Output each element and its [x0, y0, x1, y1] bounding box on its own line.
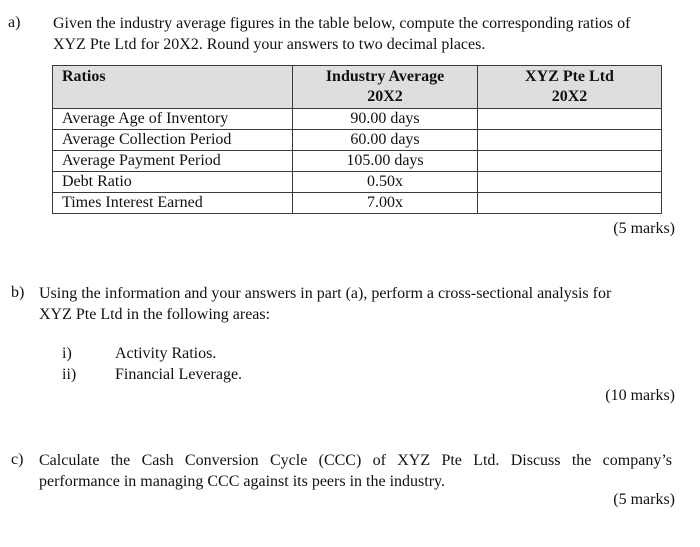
part-a-marks: (5 marks) [613, 220, 675, 237]
industry-value: 105.00 days [292, 150, 478, 172]
header-industry-average: Industry Average 20X2 [292, 65, 478, 109]
xyz-value [477, 192, 662, 214]
xyz-value [477, 108, 662, 130]
part-b-label: b) [11, 284, 25, 301]
xyz-value [477, 129, 662, 151]
part-c-label: c) [11, 451, 24, 468]
xyz-value [477, 171, 662, 193]
ratio-name: Times Interest Earned [52, 192, 293, 214]
part-c-line-1: Calculate the Cash Conversion Cycle (CCC… [39, 452, 672, 469]
industry-value: 7.00x [292, 192, 478, 214]
table-row: Average Age of Inventory 90.00 days [52, 108, 662, 130]
header-ratios: Ratios [52, 65, 293, 109]
part-a-question: Given the industry average figures in th… [53, 13, 630, 55]
header-xyz-pte-ltd: XYZ Pte Ltd 20X2 [477, 65, 662, 109]
part-a-line-2: XYZ Pte Ltd for 20X2. Round your answers… [53, 36, 486, 53]
industry-value: 90.00 days [292, 108, 478, 130]
ratio-name: Average Collection Period [52, 129, 293, 151]
part-b-line-2: XYZ Pte Ltd in the following areas: [39, 306, 271, 323]
ratio-name: Average Age of Inventory [52, 108, 293, 130]
part-b-marks: (10 marks) [605, 387, 675, 404]
table-header-row: Ratios Industry Average 20X2 XYZ Pte Ltd… [52, 65, 662, 109]
part-c-marks: (5 marks) [613, 491, 675, 508]
part-a-line-1: Given the industry average figures in th… [53, 15, 631, 32]
part-c-question: Calculate the Cash Conversion Cycle (CCC… [39, 450, 672, 492]
list-item-label: i) [62, 345, 72, 362]
table-row: Times Interest Earned 7.00x [52, 192, 662, 214]
table-row: Debt Ratio 0.50x [52, 171, 662, 193]
part-b-line-1: Using the information and your answers i… [39, 285, 612, 302]
list-item-text: Financial Leverage. [115, 366, 243, 383]
part-c-line-2: performance in managing CCC against its … [39, 473, 445, 490]
list-item-label: ii) [62, 366, 77, 383]
ratio-name: Average Payment Period [52, 150, 293, 172]
table-row: Average Collection Period 60.00 days [52, 129, 662, 151]
industry-value: 60.00 days [292, 129, 478, 151]
part-a-label: a) [8, 14, 21, 31]
table-row: Average Payment Period 105.00 days [52, 150, 662, 172]
ratios-table: Ratios Industry Average 20X2 XYZ Pte Ltd… [52, 65, 662, 214]
list-item-text: Activity Ratios. [115, 345, 217, 362]
part-b-question: Using the information and your answers i… [39, 283, 611, 325]
xyz-value [477, 150, 662, 172]
ratio-name: Debt Ratio [52, 171, 293, 193]
industry-value: 0.50x [292, 171, 478, 193]
